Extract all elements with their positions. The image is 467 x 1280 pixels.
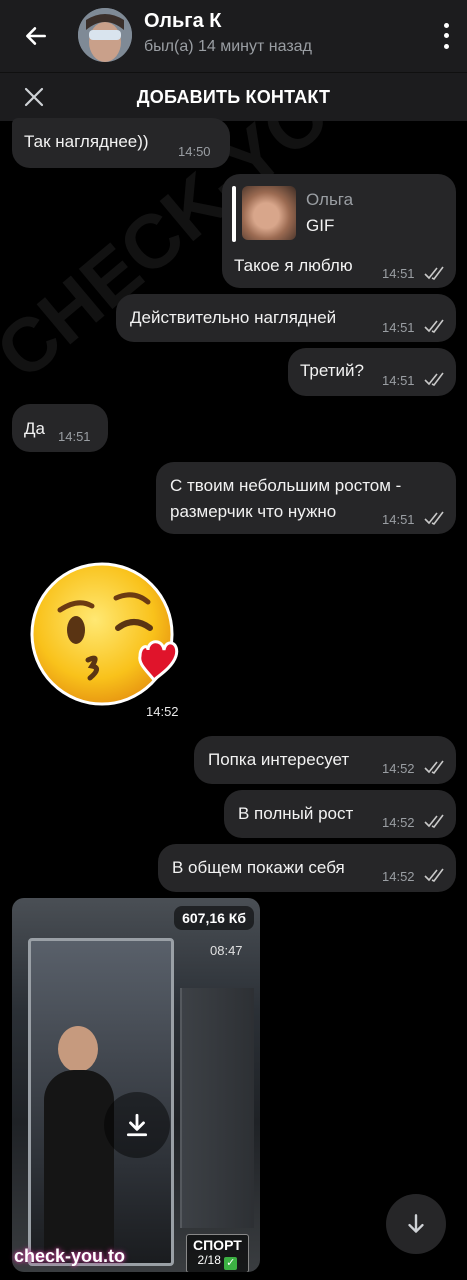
message-time: 14:51 [382,266,415,281]
message-text: Так нагляднее)) [24,132,149,151]
double-check-icon [424,319,444,333]
message-text: В полный рост [238,804,354,823]
check-mark-icon: ✓ [224,1257,238,1270]
sport-sign-count: 2/18 [197,1253,221,1267]
file-size-badge: 607,16 Кб [174,906,254,930]
photo-wall-clock: 08:47 [210,943,243,958]
reply-author: Ольга [306,190,354,209]
message-text: Да [24,419,45,438]
kebab-menu-icon[interactable] [439,20,453,52]
arrow-left-icon [26,27,46,45]
double-check-icon [424,760,444,774]
message-out[interactable]: С твоим небольшим ростом - размерчик что… [156,462,456,534]
message-text: Действительно наглядней [130,308,337,327]
sticker-time: 14:52 [146,704,179,719]
message-time: 14:51 [382,512,415,527]
chat-header: Ольга К был(а) 14 минут назад [0,0,467,72]
watermark-corner: check-you.to [14,1246,126,1266]
scroll-down-button[interactable] [386,1194,446,1254]
message-out[interactable]: Попка интересует 14:52 [194,736,456,784]
message-in[interactable]: Так нагляднее)) 14:50 [12,118,230,168]
download-button[interactable] [104,1092,170,1158]
message-out[interactable]: В общем покажи себя 14:52 [158,844,456,892]
reply-media-type: GIF [306,216,335,235]
last-seen-status: был(а) 14 минут назад [144,38,312,55]
message-out[interactable]: В полный рост 14:52 [224,790,456,838]
message-text: Такое я люблю [234,256,353,275]
contact-name[interactable]: Ольга К [144,10,222,33]
photo-lockers [180,988,254,1228]
message-time: 14:52 [382,815,415,830]
add-contact-button[interactable]: ДОБАВИТЬ КОНТАКТ [0,87,467,108]
message-text-line1: С твоим небольшим ростом - [170,476,402,495]
message-text: Попка интересует [208,750,350,769]
double-check-icon [424,814,444,828]
download-icon [126,1113,148,1137]
message-time: 14:52 [382,869,415,884]
avatar[interactable] [78,8,132,62]
message-out[interactable]: Действительно наглядней 14:51 [116,294,456,342]
message-time: 14:50 [178,144,211,159]
double-check-icon [424,868,444,882]
message-out[interactable]: Третий? 14:51 [288,348,456,396]
message-time: 14:51 [58,429,91,444]
add-contact-bar: ДОБАВИТЬ КОНТАКТ [0,72,467,121]
sport-sign: СПОРТ 2/18 ✓ [186,1234,249,1272]
message-in[interactable]: Да 14:51 [12,404,108,452]
photo-person-body [44,1070,114,1260]
sport-sign-title: СПОРТ [193,1237,242,1253]
back-button[interactable] [18,18,54,54]
double-check-icon [424,266,444,280]
double-check-icon [424,511,444,525]
message-time: 14:51 [382,373,415,388]
message-text: Третий? [300,361,365,380]
chevron-down-icon [408,1214,424,1233]
reply-quote-bar [232,186,236,242]
message-time: 14:51 [382,320,415,335]
message-time: 14:52 [382,761,415,776]
reply-gif-thumbnail[interactable] [242,186,296,240]
photo-person-head [58,1026,98,1072]
message-text-line2: размерчик что нужно [170,502,337,521]
message-text: В общем покажи себя [172,858,345,877]
photo-message[interactable]: 08:47 607,16 Кб СПОРТ 2/18 ✓ [12,898,260,1272]
kissing-wink-emoji-sticker[interactable] [30,562,180,712]
double-check-icon [424,372,444,386]
